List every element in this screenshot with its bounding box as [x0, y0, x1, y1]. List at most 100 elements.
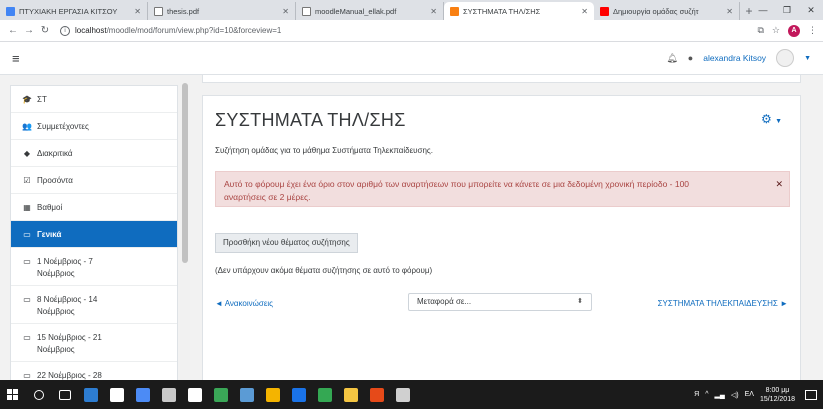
- scrollbar-thumb[interactable]: [182, 83, 188, 263]
- profile-avatar[interactable]: A: [788, 24, 800, 37]
- people-tray-icon[interactable]: Я: [694, 391, 699, 398]
- windows-start-icon[interactable]: [0, 380, 26, 409]
- search-icon[interactable]: [26, 380, 52, 409]
- url-field[interactable]: i localhost/moodle/mod/forum/view.php?id…: [60, 23, 757, 39]
- close-tab-icon[interactable]: ✕: [430, 7, 437, 16]
- paint-icon[interactable]: [390, 380, 416, 409]
- menu-icon[interactable]: ⋮: [808, 25, 817, 36]
- drawer-item[interactable]: 🎓 ΣΤ: [11, 86, 177, 113]
- drawer-item[interactable]: ▭ 15 Νοέμβριος - 21 Νοέμβριος: [11, 324, 177, 362]
- task-view-icon[interactable]: [52, 380, 78, 409]
- add-discussion-button[interactable]: Προσθήκη νέου θέματος συζήτησης: [215, 233, 358, 253]
- clock-time: 8:00 μμ: [765, 386, 790, 394]
- header-strip: [202, 75, 801, 83]
- tab-label: Δημιουργία ομάδας συζήτ: [613, 6, 699, 16]
- drawer-item-label: Συμμετέχοντες: [37, 121, 89, 131]
- drawer-item[interactable]: ▭ 22 Νοέμβριος - 28Νοέμβριος: [11, 362, 177, 380]
- post-limit-alert: Αυτό το φόρουμ έχει ένα όριο στον αριθμό…: [215, 171, 790, 207]
- checkbox-icon: ☑: [23, 175, 31, 185]
- shield-icon: ◆: [23, 148, 31, 158]
- browser-tab[interactable]: ΠΤΥΧΙΑΚΗ ΕΡΓΑΣΙΑ ΚΙΤΣΟΥ ✕: [0, 2, 148, 20]
- edge-icon[interactable]: [78, 380, 104, 409]
- volume-icon[interactable]: ◁): [731, 391, 739, 399]
- chevron-down-icon[interactable]: ▼: [804, 55, 811, 62]
- system-tray: Я ^ ▂▄ ◁) ΕΛ 8:00 μμ 15/12/2018: [694, 386, 823, 404]
- drawer-item-label: 15 Νοέμβριος - 21 Νοέμβριος: [37, 332, 102, 356]
- alert-text-line1: Αυτό το φόρουμ έχει ένα όριο στον αριθμό…: [224, 179, 690, 189]
- forum-description: Συζήτηση ομάδας για το μάθημα Συστήματα …: [215, 146, 433, 155]
- drawer-item[interactable]: ▭ 8 Νοέμβριος - 14 Νοέμβριος: [11, 286, 177, 324]
- drawer-item-label: 22 Νοέμβριος - 28Νοέμβριος: [37, 370, 102, 380]
- chevron-up-icon[interactable]: ^: [705, 391, 708, 398]
- next-activity-link[interactable]: ΣΥΣΤΗΜΑΤΑ ΤΗΛΕΚΠΑΙΔΕΥΣΗΣ ►: [658, 299, 788, 308]
- restore-icon[interactable]: ❐: [775, 0, 799, 20]
- close-icon[interactable]: ✕: [775, 178, 783, 191]
- close-tab-icon[interactable]: ✕: [282, 7, 289, 16]
- label-line-2: Νοέμβριος: [37, 269, 75, 278]
- table-icon: ▦: [23, 202, 31, 212]
- browser-tab[interactable]: moodleManual_ellak.pdf ✕: [296, 2, 444, 20]
- drawer-item-label: 1 Νοέμβριος - 7 Νοέμβριος: [37, 256, 93, 280]
- alert-text-line2: αναρτήσεις σε 2 μέρες.: [224, 192, 311, 202]
- bell-icon[interactable]: 🔔︎: [666, 53, 677, 64]
- network-icon[interactable]: ▂▄: [715, 391, 725, 399]
- office-icon[interactable]: [364, 380, 390, 409]
- close-tab-icon[interactable]: ✕: [726, 7, 733, 16]
- media-icon[interactable]: [156, 380, 182, 409]
- explorer-icon[interactable]: [338, 380, 364, 409]
- url-path: /moodle/mod/forum/view.php?id=10&forcevi…: [106, 26, 282, 35]
- youtube-icon: [600, 6, 609, 16]
- people-icon[interactable]: [260, 380, 286, 409]
- browser-tab-strip: ΠΤΥΧΙΑΚΗ ΕΡΓΑΣΙΑ ΚΙΤΣΟΥ ✕ thesis.pdf ✕ moodl…: [0, 0, 823, 20]
- browser-tab[interactable]: Δημιουργία ομάδας συζήτ ✕: [594, 2, 740, 20]
- hamburger-icon[interactable]: ≡: [12, 51, 20, 66]
- drive-icon[interactable]: [286, 380, 312, 409]
- users-icon: 👥: [22, 121, 32, 131]
- minimize-icon[interactable]: —: [751, 0, 775, 20]
- back-icon[interactable]: ←: [6, 25, 20, 36]
- reload-icon[interactable]: ↻: [38, 25, 52, 36]
- folder-icon: ▭: [23, 257, 31, 266]
- tab-label: thesis.pdf: [167, 6, 200, 16]
- close-tab-icon[interactable]: ✕: [134, 7, 141, 16]
- translate-icon[interactable]: ⧉: [757, 25, 763, 36]
- drawer-item[interactable]: ▦ Βαθμοί: [11, 194, 177, 221]
- drawer-item[interactable]: ▭ 1 Νοέμβριος - 7 Νοέμβριος: [11, 248, 177, 286]
- label-line-1: 8 Νοέμβριος - 14: [37, 295, 98, 304]
- tab-label: moodleManual_ellak.pdf: [315, 6, 397, 16]
- user-avatar[interactable]: [776, 49, 795, 67]
- store-icon[interactable]: [104, 380, 130, 409]
- drawer-item-label: ΣΤ: [37, 94, 47, 104]
- browser-tab[interactable]: thesis.pdf ✕: [148, 2, 296, 20]
- close-tab-icon[interactable]: ✕: [581, 7, 588, 16]
- forward-icon[interactable]: →: [22, 25, 36, 36]
- star-icon[interactable]: ☆: [772, 25, 780, 36]
- username[interactable]: alexandra Kitsoy: [703, 53, 766, 63]
- main-content: ΣΥΣΤΗΜΑΤΑ ΤΗΛ/ΣΗΣ ⚙ ▼ Συζήτηση ομάδας γι…: [190, 75, 823, 380]
- jump-to-select[interactable]: Μεταφορά σε... ⬍: [408, 293, 592, 311]
- drawer-item[interactable]: 👥 Συμμετέχοντες: [11, 113, 177, 140]
- maps-icon[interactable]: [208, 380, 234, 409]
- gear-icon[interactable]: ⚙ ▼: [761, 112, 782, 126]
- chrome-icon[interactable]: [312, 380, 338, 409]
- photos-icon[interactable]: [130, 380, 156, 409]
- info-icon[interactable]: i: [60, 25, 70, 36]
- drawer-item[interactable]: ☑ Προσόντα: [11, 167, 177, 194]
- amazon-icon[interactable]: [182, 380, 208, 409]
- mail-icon[interactable]: [234, 380, 260, 409]
- clock-date: 15/12/2018: [759, 395, 795, 403]
- drawer-item[interactable]: ▭ Γενικά: [11, 221, 177, 248]
- close-window-icon[interactable]: ✕: [799, 0, 823, 20]
- chat-icon[interactable]: ●: [688, 53, 693, 63]
- notification-icon[interactable]: [805, 389, 817, 400]
- drawer-item[interactable]: ◆ Διακριτικά: [11, 140, 177, 167]
- browser-tab[interactable]: ΣΥΣΤΗΜΑΤΑ ΤΗΛ/ΣΗΣ ✕: [444, 2, 594, 20]
- folder-icon: ▭: [23, 229, 31, 239]
- drawer-scrollbar[interactable]: [180, 75, 190, 380]
- language-indicator[interactable]: ΕΛ: [745, 391, 754, 398]
- clock[interactable]: 8:00 μμ 15/12/2018: [760, 386, 795, 404]
- prev-activity-link[interactable]: ◄ Ανακοινώσεις: [215, 299, 273, 308]
- no-discussions-text: (Δεν υπάρχουν ακόμα θέματα συζήτησης σε …: [215, 266, 433, 275]
- drawer-item-label: 8 Νοέμβριος - 14 Νοέμβριος: [37, 294, 97, 318]
- page-title: ΣΥΣΤΗΜΑΤΑ ΤΗΛ/ΣΗΣ: [215, 110, 406, 130]
